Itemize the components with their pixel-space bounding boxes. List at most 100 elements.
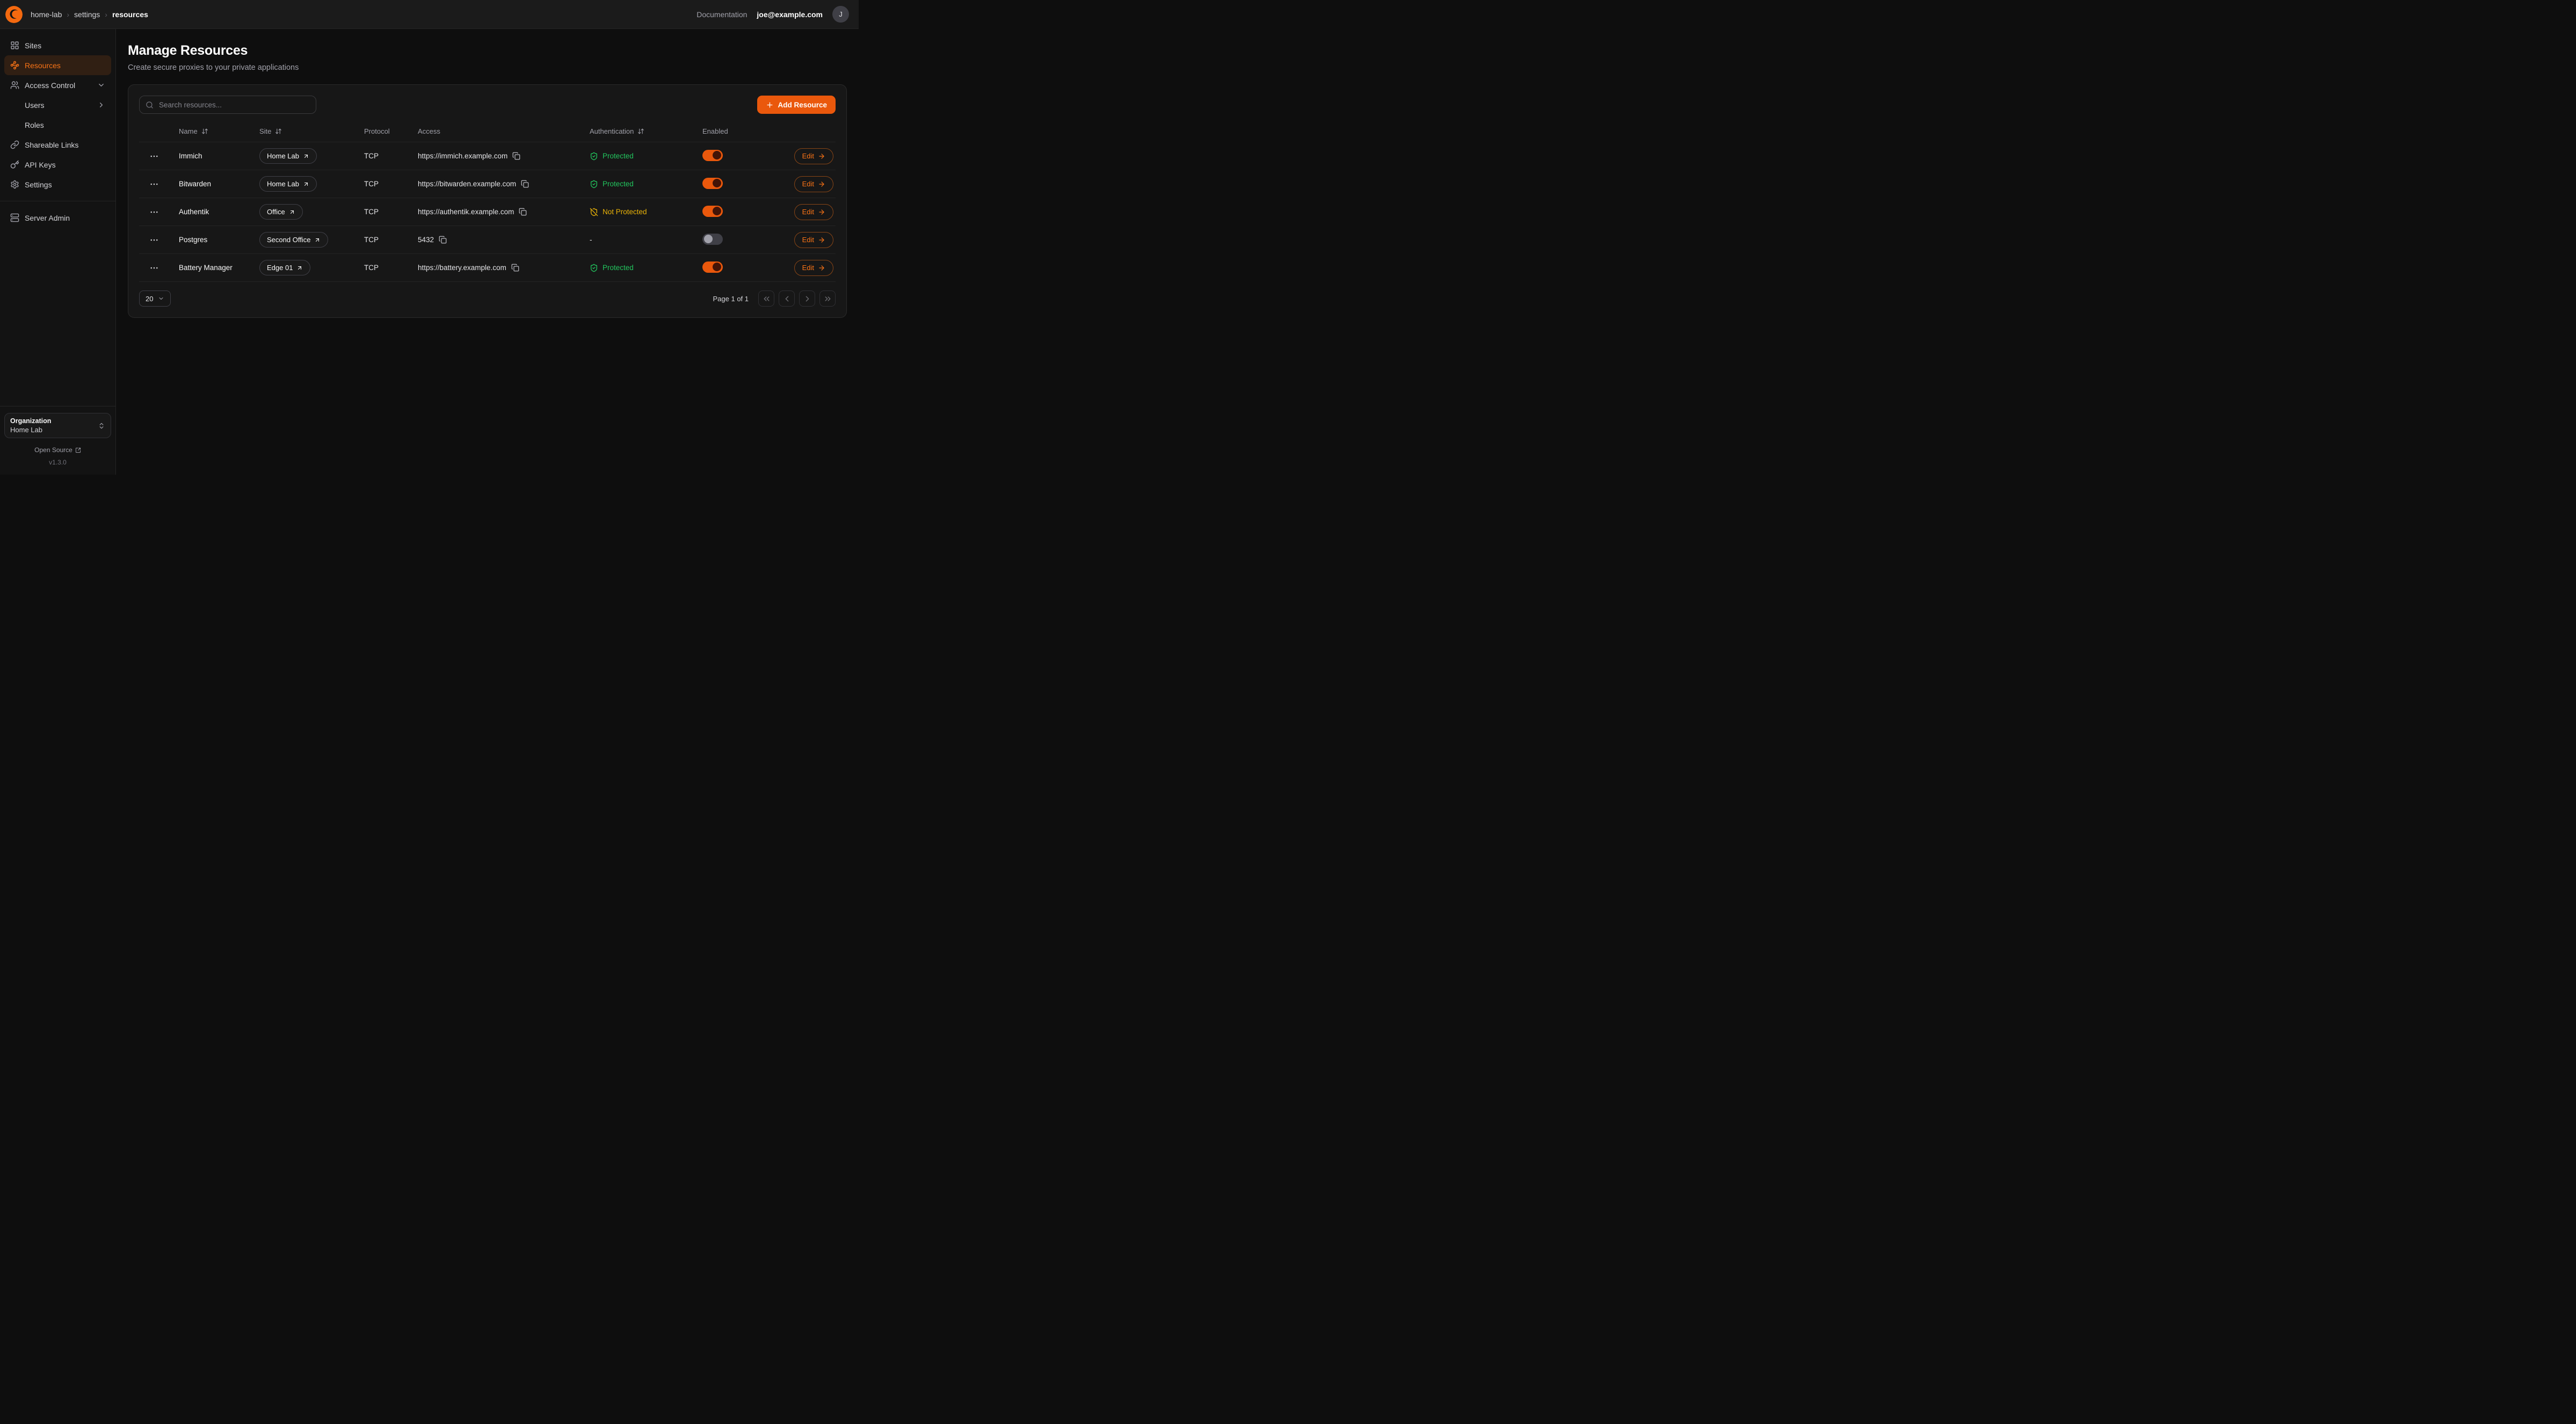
row-actions-button[interactable] [147, 205, 161, 219]
copy-access-button[interactable] [521, 180, 529, 188]
auth-status-label: Protected [603, 180, 634, 188]
shield-check-icon [590, 180, 598, 188]
shield-check-icon [590, 264, 598, 272]
protocol-value: TCP [354, 152, 408, 160]
search-icon [146, 101, 154, 109]
link-icon [10, 140, 19, 149]
row-actions-button[interactable] [147, 233, 161, 247]
sidebar-item-label: API Keys [25, 161, 56, 169]
org-selector-value: Home Lab [10, 426, 51, 434]
external-link-icon [75, 447, 81, 453]
enabled-toggle[interactable] [702, 234, 723, 245]
breadcrumb-home-lab[interactable]: home-lab [31, 10, 62, 19]
previous-page-button[interactable] [779, 290, 795, 307]
last-page-button[interactable] [819, 290, 836, 307]
breadcrumb-resources[interactable]: resources [112, 10, 148, 19]
site-name: Home Lab [267, 152, 299, 160]
first-page-button[interactable] [758, 290, 774, 307]
sort-icon [637, 128, 644, 135]
documentation-link[interactable]: Documentation [696, 10, 747, 19]
sidebar-item-label: Settings [25, 180, 52, 189]
column-header-access: Access [408, 127, 580, 135]
app-logo-icon[interactable] [5, 6, 23, 23]
access-value: https://authentik.example.com [418, 208, 514, 216]
sidebar-item-server-admin[interactable]: Server Admin [4, 208, 111, 228]
sidebar-item-api-keys[interactable]: API Keys [4, 155, 111, 175]
site-link-badge[interactable]: Office [259, 204, 303, 220]
enabled-toggle[interactable] [702, 150, 723, 161]
edit-button[interactable]: Edit [794, 204, 833, 220]
breadcrumb-settings[interactable]: settings [74, 10, 100, 19]
protocol-value: TCP [354, 236, 408, 244]
add-resource-button[interactable]: Add Resource [757, 96, 836, 114]
edit-button-label: Edit [802, 264, 814, 272]
toggle-knob [713, 151, 721, 159]
search-input[interactable] [158, 100, 310, 110]
sidebar-item-label: Users [25, 101, 45, 110]
avatar[interactable]: J [832, 6, 849, 23]
table-row: Battery ManagerEdge 01TCPhttps://battery… [139, 254, 836, 282]
access-value: 5432 [418, 236, 434, 244]
protocol-value: TCP [354, 180, 408, 188]
column-header-authentication[interactable]: Authentication [580, 127, 693, 135]
chevrons-right-icon [823, 294, 832, 303]
org-selector[interactable]: Organization Home Lab [4, 413, 111, 438]
site-link-badge[interactable]: Home Lab [259, 176, 317, 192]
site-link-badge[interactable]: Edge 01 [259, 260, 310, 275]
site-name: Office [267, 208, 285, 216]
sidebar: SitesResources Access Control Users RolesSh… [0, 29, 116, 475]
auth-status-label: Protected [603, 264, 634, 272]
enabled-toggle[interactable] [702, 261, 723, 273]
copy-access-button[interactable] [519, 208, 527, 216]
column-header-name[interactable]: Name [169, 127, 250, 135]
arrow-right-icon [818, 180, 825, 188]
column-label: Name [179, 127, 198, 135]
shield-check-icon [590, 152, 598, 161]
table-row: ImmichHome LabTCPhttps://immich.example.… [139, 142, 836, 170]
row-actions-button[interactable] [147, 177, 161, 191]
grid-icon [10, 41, 19, 50]
sidebar-item-label: Server Admin [25, 214, 70, 222]
copy-access-button[interactable] [511, 264, 519, 272]
version-label: v1.3.0 [4, 459, 111, 466]
sidebar-item-resources[interactable]: Resources [4, 55, 111, 75]
auth-status: - [580, 236, 693, 244]
copy-access-button[interactable] [439, 236, 447, 244]
edit-button[interactable]: Edit [794, 148, 833, 164]
row-actions-button[interactable] [147, 261, 161, 275]
sidebar-item-sites[interactable]: Sites [4, 35, 111, 55]
sidebar-item-roles[interactable]: Roles [4, 115, 111, 135]
sidebar-item-label: Access Control [25, 81, 75, 90]
column-label: Site [259, 127, 271, 135]
page-title: Manage Resources [128, 43, 847, 59]
protocol-value: TCP [354, 208, 408, 216]
waypoints-icon [10, 61, 19, 70]
plus-icon [766, 101, 774, 109]
column-header-site[interactable]: Site [250, 127, 354, 135]
sidebar-item-users[interactable]: Users [4, 95, 111, 115]
copy-access-button[interactable] [512, 152, 520, 160]
row-actions-button[interactable] [147, 149, 161, 163]
edit-button[interactable]: Edit [794, 260, 833, 276]
enabled-toggle[interactable] [702, 206, 723, 217]
next-page-button[interactable] [799, 290, 815, 307]
arrow-up-right-icon [314, 237, 321, 243]
app-root: home-lab › settings › resources Document… [0, 0, 859, 475]
page-size-select[interactable]: 20 [139, 290, 171, 307]
enabled-toggle[interactable] [702, 178, 723, 189]
site-link-badge[interactable]: Home Lab [259, 148, 317, 164]
table-row: BitwardenHome LabTCPhttps://bitwarden.ex… [139, 170, 836, 198]
resource-name: Postgres [169, 236, 250, 244]
arrow-right-icon [818, 152, 825, 160]
edit-button[interactable]: Edit [794, 176, 833, 192]
page-info: Page 1 of 1 [713, 295, 749, 303]
sidebar-item-settings[interactable]: Settings [4, 175, 111, 194]
site-link-badge[interactable]: Second Office [259, 232, 328, 248]
edit-button[interactable]: Edit [794, 232, 833, 248]
org-selector-label: Organization [10, 417, 51, 425]
shield-off-icon [590, 208, 598, 216]
auth-status-label: - [590, 236, 592, 244]
sidebar-item-access-control[interactable]: Access Control [4, 75, 111, 95]
sidebar-item-shareable-links[interactable]: Shareable Links [4, 135, 111, 155]
open-source-link[interactable]: Open Source [4, 446, 111, 454]
